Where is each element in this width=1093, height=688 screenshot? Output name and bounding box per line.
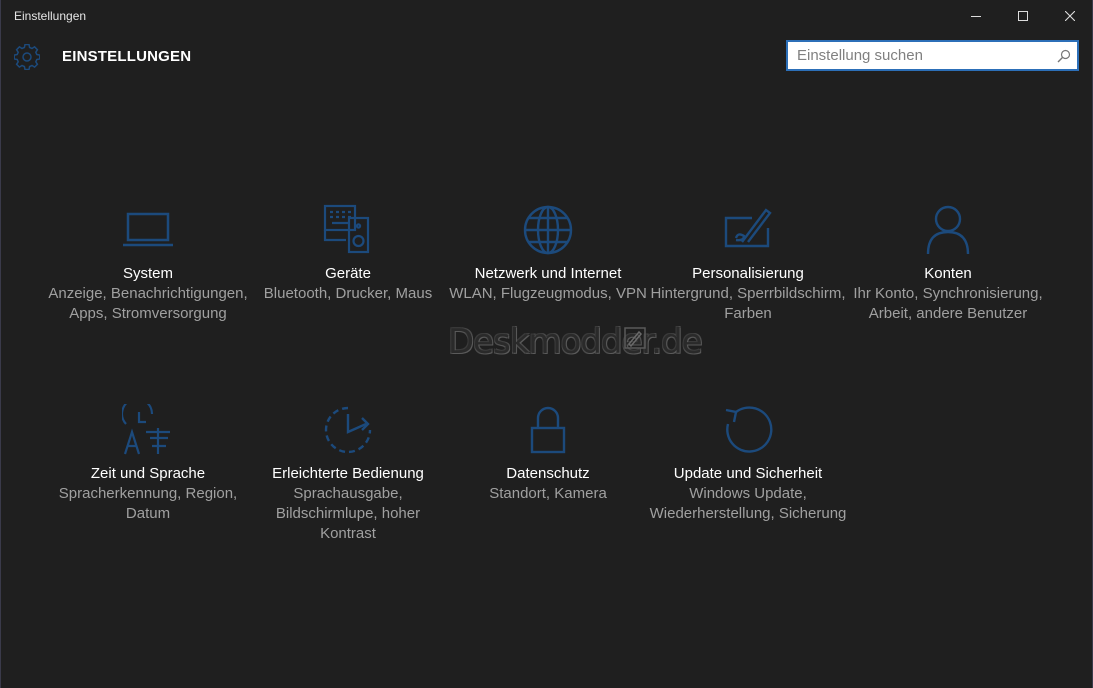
close-button[interactable] xyxy=(1047,0,1093,32)
tile-personalization[interactable]: Personalisierung Hintergrund, Sperrbilds… xyxy=(648,204,848,324)
tile-time-language[interactable]: Zeit und Sprache Spracherkennung, Region… xyxy=(48,404,248,524)
tile-ease-of-access[interactable]: Erleichterte Bedienung Sprachausgabe, Bi… xyxy=(248,404,448,544)
laptop-icon xyxy=(123,212,173,247)
tile-network[interactable]: Netzwerk und Internet WLAN, Flugzeugmodu… xyxy=(448,204,648,304)
maximize-icon xyxy=(1018,11,1028,21)
tile-description: WLAN, Flugzeugmodus, VPN xyxy=(449,285,647,302)
tile-update-security[interactable]: Update und Sicherheit Windows Update, Wi… xyxy=(648,404,848,524)
close-icon xyxy=(1065,11,1075,21)
minimize-button[interactable] xyxy=(953,0,999,32)
settings-header: EINSTELLUNGEN xyxy=(1,36,1093,80)
tile-description: Ihr Konto, Synchronisierung, Arbeit, and… xyxy=(853,285,1043,322)
page-title: EINSTELLUNGEN xyxy=(62,48,192,65)
personalization-icon xyxy=(724,208,772,248)
gear-icon xyxy=(14,44,40,70)
watermark: Deskmodder.de xyxy=(448,322,703,362)
pencil-icon xyxy=(624,327,646,349)
tile-title: Personalisierung xyxy=(692,265,804,282)
search-input[interactable] xyxy=(788,42,1057,69)
globe-icon xyxy=(523,205,573,255)
tile-devices[interactable]: Geräte Bluetooth, Drucker, Maus xyxy=(248,204,448,304)
tile-description: Hintergrund, Sperrbildschirm, Farben xyxy=(650,285,846,322)
search-box[interactable] xyxy=(786,40,1079,71)
tile-description: Sprachausgabe, Bildschirmlupe, hoher Kon… xyxy=(275,485,421,542)
devices-icon xyxy=(323,204,370,254)
tile-title: Geräte xyxy=(325,265,371,282)
lock-icon xyxy=(530,406,566,454)
time-language-icon xyxy=(122,404,170,455)
tile-description: Windows Update, Wiederherstellung, Siche… xyxy=(649,485,847,522)
tile-system[interactable]: System Anzeige, Benachrichtigungen, Apps… xyxy=(48,204,248,324)
tile-privacy[interactable]: Datenschutz Standort, Kamera xyxy=(448,404,648,504)
tile-title: Update und Sicherheit xyxy=(673,465,823,482)
tile-title: Datenschutz xyxy=(506,465,590,482)
title-bar[interactable]: Einstellungen xyxy=(1,0,1093,32)
tile-accounts[interactable]: Konten Ihr Konto, Synchronisierung, Arbe… xyxy=(848,204,1048,324)
tile-title: Zeit und Sprache xyxy=(90,465,206,482)
tile-description: Spracherkennung, Region, Datum xyxy=(58,485,238,522)
tile-title: Erleichterte Bedienung xyxy=(272,465,424,482)
tile-title: Konten xyxy=(924,265,972,282)
window-title: Einstellungen xyxy=(14,9,87,23)
update-icon xyxy=(725,406,773,453)
settings-window: Einstellungen EINSTELLUNGEN Einstellung … xyxy=(0,0,1093,688)
tile-title: System xyxy=(122,265,173,282)
person-icon xyxy=(926,205,970,255)
tile-title: Netzwerk und Internet xyxy=(474,265,622,282)
tile-description: Bluetooth, Drucker, Maus xyxy=(263,285,433,302)
tile-description: Anzeige, Benachrichtigungen, Apps, Strom… xyxy=(48,285,248,322)
tile-description: Standort, Kamera xyxy=(489,485,607,502)
maximize-button[interactable] xyxy=(1000,0,1046,32)
ease-of-access-icon xyxy=(324,406,372,454)
search-icon[interactable] xyxy=(1057,49,1071,63)
minimize-icon xyxy=(971,16,981,17)
